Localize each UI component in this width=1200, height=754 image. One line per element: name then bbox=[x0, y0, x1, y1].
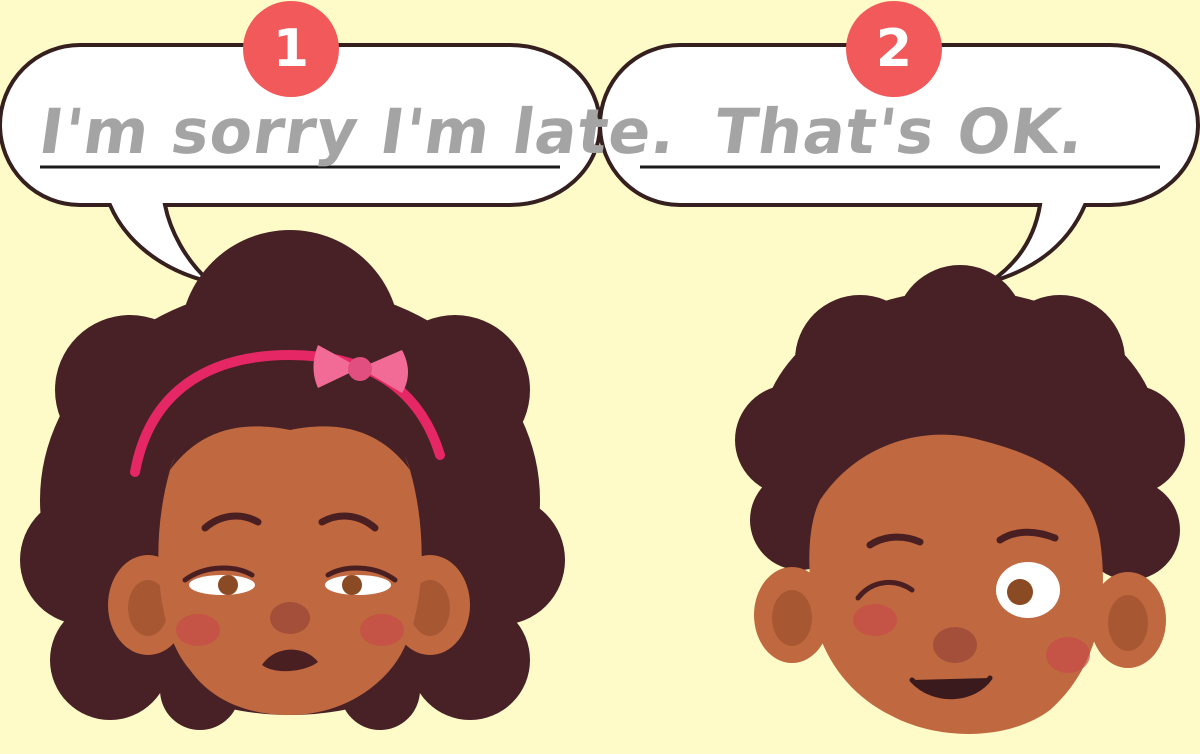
girl-cheek-right bbox=[360, 614, 404, 646]
boy-nose bbox=[933, 627, 977, 663]
speech-text-2: That's OK. bbox=[710, 95, 1090, 168]
girl-character bbox=[20, 230, 565, 730]
boy-cheek-left bbox=[853, 604, 897, 636]
dialogue-scene: 1 2 I'm sorry I'm late. That's OK. bbox=[0, 0, 1200, 750]
boy-character bbox=[735, 265, 1185, 734]
girl-cheek-left bbox=[176, 614, 220, 646]
number-badge-2: 2 bbox=[846, 1, 942, 97]
girl-nose bbox=[270, 602, 310, 634]
speech-text-1: I'm sorry I'm late. bbox=[34, 95, 682, 168]
boy-cheek-right bbox=[1046, 637, 1090, 673]
number-badge-1: 1 bbox=[243, 1, 339, 97]
